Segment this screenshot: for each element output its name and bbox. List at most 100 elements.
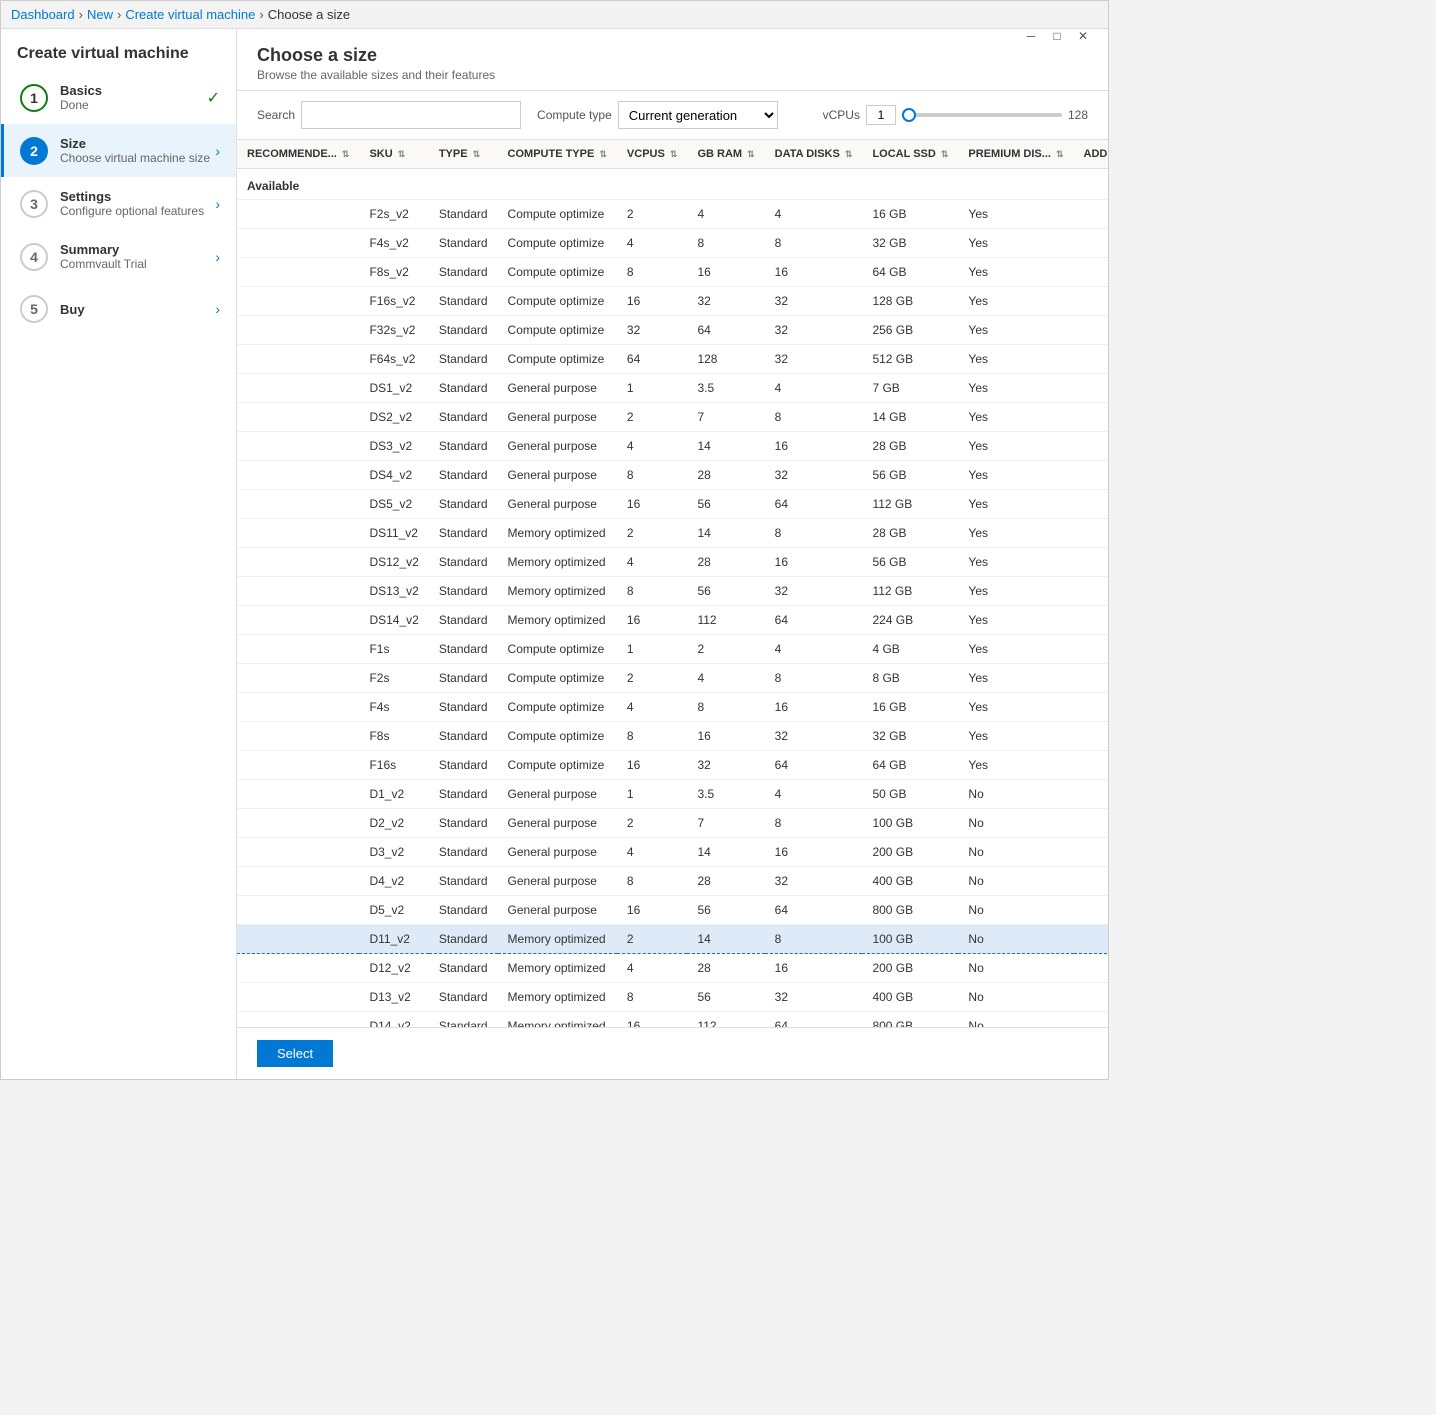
cell-sku: F4s_v2 [359, 229, 428, 258]
cell-sku: D12_v2 [359, 954, 428, 983]
table-row[interactable]: F8sStandardCompute optimize8163232 GBYes [237, 722, 1108, 751]
table-row[interactable]: F4sStandardCompute optimize481616 GBYes [237, 693, 1108, 722]
maximize-button[interactable]: □ [1048, 29, 1066, 45]
table-row[interactable]: F8s_v2StandardCompute optimize8161664 GB… [237, 258, 1108, 287]
table-row[interactable]: D13_v2StandardMemory optimized85632400 G… [237, 983, 1108, 1012]
select-button[interactable]: Select [257, 1040, 333, 1067]
cell-gb_ram: 56 [687, 983, 764, 1012]
table-row[interactable]: D2_v2StandardGeneral purpose278100 GBNo [237, 809, 1108, 838]
cell-data_disks: 64 [765, 606, 863, 635]
cell-data_disks: 32 [765, 316, 863, 345]
minimize-button[interactable]: ─ [1022, 29, 1040, 45]
table-row[interactable]: DS13_v2StandardMemory optimized85632112 … [237, 577, 1108, 606]
table-row[interactable]: DS11_v2StandardMemory optimized214828 GB… [237, 519, 1108, 548]
cell-recommended [237, 432, 359, 461]
sidebar-item-summary[interactable]: 4 Summary Commvault Trial › [1, 230, 236, 283]
breadcrumb-dashboard[interactable]: Dashboard [11, 7, 75, 22]
cell-vcpus: 64 [617, 345, 688, 374]
table-row[interactable]: DS1_v2StandardGeneral purpose13.547 GBYe… [237, 374, 1108, 403]
table-row[interactable]: F2s_v2StandardCompute optimize24416 GBYe… [237, 200, 1108, 229]
compute-type-group: Compute type Current generation [537, 101, 778, 129]
cell-gb_ram: 28 [687, 548, 764, 577]
cell-additional_f [1074, 1012, 1108, 1028]
cell-recommended [237, 635, 359, 664]
col-additional-f[interactable]: ADDITIONAL F... ⇅ [1074, 140, 1108, 169]
table-row[interactable]: DS5_v2StandardGeneral purpose165664112 G… [237, 490, 1108, 519]
cell-data_disks: 4 [765, 374, 863, 403]
cell-sku: DS2_v2 [359, 403, 428, 432]
cell-sku: F32s_v2 [359, 316, 428, 345]
cell-type: Standard [429, 432, 498, 461]
cell-sku: DS3_v2 [359, 432, 428, 461]
cell-type: Standard [429, 316, 498, 345]
col-compute-type[interactable]: COMPUTE TYPE ⇅ [498, 140, 617, 169]
cell-type: Standard [429, 548, 498, 577]
table-row[interactable]: D1_v2StandardGeneral purpose13.5450 GBNo [237, 780, 1108, 809]
cell-gb_ram: 64 [687, 316, 764, 345]
table-row[interactable]: F16sStandardCompute optimize16326464 GBY… [237, 751, 1108, 780]
cell-premium_dis: Yes [958, 374, 1073, 403]
breadcrumb-create-vm[interactable]: Create virtual machine [125, 7, 255, 22]
step-3-number: 3 [20, 190, 48, 218]
table-row[interactable]: DS2_v2StandardGeneral purpose27814 GBYes [237, 403, 1108, 432]
col-premium-dis[interactable]: PREMIUM DIS... ⇅ [958, 140, 1073, 169]
col-recommended[interactable]: RECOMMENDE... ⇅ [237, 140, 359, 169]
table-row[interactable]: D12_v2StandardMemory optimized42816200 G… [237, 954, 1108, 983]
table-row[interactable]: F1sStandardCompute optimize1244 GBYes [237, 635, 1108, 664]
table-row[interactable]: D3_v2StandardGeneral purpose41416200 GBN… [237, 838, 1108, 867]
step-4-label: Summary [60, 242, 215, 257]
close-button[interactable]: ✕ [1074, 29, 1092, 45]
col-sku[interactable]: SKU ⇅ [359, 140, 428, 169]
cell-local_ssd: 16 GB [862, 200, 958, 229]
vcpu-slider[interactable] [902, 113, 1062, 117]
col-data-disks[interactable]: DATA DISKS ⇅ [765, 140, 863, 169]
table-row[interactable]: DS3_v2StandardGeneral purpose4141628 GBY… [237, 432, 1108, 461]
cell-type: Standard [429, 461, 498, 490]
cell-local_ssd: 128 GB [862, 287, 958, 316]
cell-data_disks: 8 [765, 664, 863, 693]
cell-additional_f [1074, 577, 1108, 606]
cell-data_disks: 64 [765, 751, 863, 780]
table-row[interactable]: DS4_v2StandardGeneral purpose8283256 GBY… [237, 461, 1108, 490]
breadcrumb-new[interactable]: New [87, 7, 113, 22]
cell-recommended [237, 345, 359, 374]
cell-additional_f [1074, 374, 1108, 403]
table-row[interactable]: F32s_v2StandardCompute optimize326432256… [237, 316, 1108, 345]
table-row[interactable]: D14_v2StandardMemory optimized1611264800… [237, 1012, 1108, 1028]
cell-vcpus: 4 [617, 229, 688, 258]
col-type[interactable]: TYPE ⇅ [429, 140, 498, 169]
cell-compute_type: General purpose [498, 809, 617, 838]
cell-data_disks: 32 [765, 722, 863, 751]
sidebar-item-settings[interactable]: 3 Settings Configure optional features › [1, 177, 236, 230]
table-row[interactable]: F64s_v2StandardCompute optimize641283251… [237, 345, 1108, 374]
table-row[interactable]: F4s_v2StandardCompute optimize48832 GBYe… [237, 229, 1108, 258]
table-row[interactable]: F2sStandardCompute optimize2488 GBYes [237, 664, 1108, 693]
cell-recommended [237, 983, 359, 1012]
table-row[interactable]: D4_v2StandardGeneral purpose82832400 GBN… [237, 867, 1108, 896]
cell-compute_type: Compute optimize [498, 722, 617, 751]
cell-gb_ram: 4 [687, 664, 764, 693]
table-row[interactable]: DS14_v2StandardMemory optimized161126422… [237, 606, 1108, 635]
cell-local_ssd: 800 GB [862, 896, 958, 925]
cell-recommended [237, 461, 359, 490]
sidebar-item-buy[interactable]: 5 Buy › [1, 283, 236, 335]
col-local-ssd[interactable]: LOCAL SSD ⇅ [862, 140, 958, 169]
cell-recommended [237, 200, 359, 229]
cell-type: Standard [429, 403, 498, 432]
step-3-text: Settings Configure optional features [60, 189, 215, 218]
cell-sku: F8s [359, 722, 428, 751]
sidebar-item-size[interactable]: 2 Size Choose virtual machine size › [1, 124, 236, 177]
compute-type-select[interactable]: Current generation [618, 101, 778, 129]
col-vcpus[interactable]: VCPUS ⇅ [617, 140, 688, 169]
cell-local_ssd: 112 GB [862, 577, 958, 606]
cell-additional_f [1074, 287, 1108, 316]
cell-gb_ram: 32 [687, 751, 764, 780]
col-gb-ram[interactable]: GB RAM ⇅ [687, 140, 764, 169]
table-row[interactable]: DS12_v2StandardMemory optimized4281656 G… [237, 548, 1108, 577]
table-row[interactable]: F16s_v2StandardCompute optimize163232128… [237, 287, 1108, 316]
sidebar-item-basics[interactable]: 1 Basics Done ✓ [1, 71, 236, 124]
footer: Select [237, 1027, 1108, 1079]
table-row[interactable]: D5_v2StandardGeneral purpose165664800 GB… [237, 896, 1108, 925]
search-input[interactable] [301, 101, 521, 129]
table-row[interactable]: D11_v2StandardMemory optimized2148100 GB… [237, 925, 1108, 954]
